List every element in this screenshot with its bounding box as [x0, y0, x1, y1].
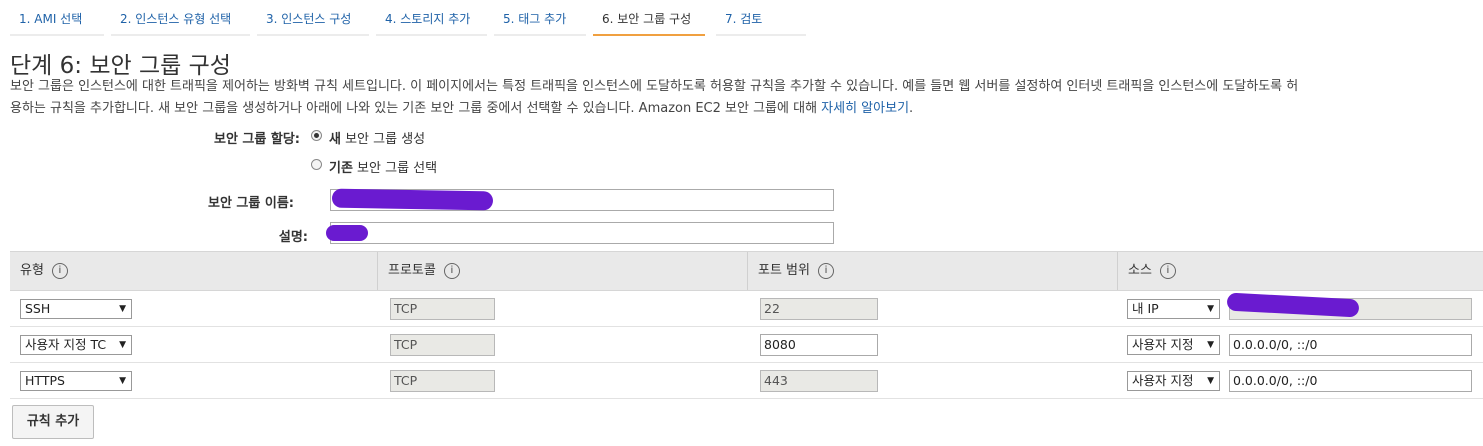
type-select-value: 사용자 지정 TC [25, 337, 107, 352]
header-protocol: 프로토콜 i [377, 252, 747, 290]
header-type-label: 유형 [20, 263, 44, 278]
new-group-option[interactable]: 새 보안 그룹 생성 [329, 128, 425, 147]
tab-review[interactable]: 7. 검토 [716, 0, 806, 36]
header-source: 소스 i [1117, 252, 1483, 290]
rules-table-header: 유형 i 프로토콜 i 포트 범위 i 소스 i [10, 251, 1483, 291]
source-select[interactable]: 사용자 지정 ▼ [1127, 335, 1220, 355]
redaction-mark [331, 188, 494, 211]
description-label: 설명: [278, 230, 308, 245]
tab-security-group[interactable]: 6. 보안 그룹 구성 [593, 0, 705, 36]
type-select-value: HTTPS [25, 373, 65, 388]
add-rule-button[interactable]: 규칙 추가 [12, 405, 94, 439]
chevron-down-icon: ▼ [119, 376, 126, 386]
header-port-range: 포트 범위 i [747, 252, 1117, 290]
protocol-field: TCP [390, 298, 495, 320]
header-port-range-label: 포트 범위 [758, 263, 810, 278]
learn-more-suffix: . [909, 101, 914, 116]
chevron-down-icon: ▼ [1207, 340, 1214, 350]
description-line-1: 보안 그룹은 인스턴스에 대한 트래픽을 제어하는 방화벽 규칙 세트입니다. … [10, 79, 1299, 94]
tab-add-storage[interactable]: 4. 스토리지 추가 [376, 0, 487, 36]
new-group-option-rest: 보안 그룹 생성 [340, 132, 426, 147]
source-select[interactable]: 내 IP ▼ [1127, 299, 1220, 319]
tab-add-tags[interactable]: 5. 태그 추가 [494, 0, 586, 36]
type-select[interactable]: SSH ▼ [20, 299, 132, 319]
page-description: 보안 그룹은 인스턴스에 대한 트래픽을 제어하는 방화벽 규칙 세트입니다. … [10, 76, 1480, 120]
source-select-value: 사용자 지정 [1132, 373, 1194, 388]
assign-label: 보안 그룹 할당: [213, 132, 300, 147]
description-line-2: 용하는 규칙을 추가합니다. 새 보안 그룹을 생성하거나 아래에 나와 있는 … [10, 98, 1480, 120]
existing-group-option[interactable]: 기존 보안 그룹 선택 [329, 157, 437, 176]
port-range-field: 22 [760, 298, 878, 320]
existing-group-radio[interactable] [311, 159, 322, 170]
existing-group-option-rest: 보안 그룹 선택 [352, 161, 438, 176]
table-row: SSH ▼ TCP 22 내 IP ▼ [10, 291, 1483, 327]
type-select-value: SSH [25, 301, 51, 316]
type-select[interactable]: HTTPS ▼ [20, 371, 132, 391]
info-icon[interactable]: i [1159, 262, 1176, 279]
source-cidr-input[interactable]: 0.0.0.0/0, ::/0 [1229, 334, 1472, 356]
port-range-input[interactable]: 8080 [760, 334, 878, 356]
protocol-field: TCP [390, 370, 495, 392]
source-select[interactable]: 사용자 지정 ▼ [1127, 371, 1220, 391]
port-range-field: 443 [760, 370, 878, 392]
learn-more-link[interactable]: 자세히 알아보기 [821, 101, 909, 116]
page-title: 단계 6: 보안 그룹 구성 [10, 53, 231, 79]
existing-group-option-bold: 기존 [329, 161, 353, 176]
chevron-down-icon: ▼ [119, 304, 126, 314]
table-row: HTTPS ▼ TCP 443 사용자 지정 ▼ 0.0.0.0/0, ::/0 [10, 363, 1483, 399]
tab-instance-type[interactable]: 2. 인스턴스 유형 선택 [111, 0, 250, 36]
info-icon[interactable]: i [817, 262, 834, 279]
wizard-tabs: 1. AMI 선택 2. 인스턴스 유형 선택 3. 인스턴스 구성 4. 스토… [0, 0, 1483, 38]
chevron-down-icon: ▼ [1207, 376, 1214, 386]
header-type: 유형 i [10, 252, 377, 290]
description-line-2-text: 용하는 규칙을 추가합니다. 새 보안 그룹을 생성하거나 아래에 나와 있는 … [10, 101, 822, 116]
table-row: 사용자 지정 TC ▼ TCP 8080 사용자 지정 ▼ 0.0.0.0/0, :… [10, 327, 1483, 363]
new-group-radio[interactable] [311, 130, 322, 141]
tab-configure-instance[interactable]: 3. 인스턴스 구성 [257, 0, 369, 36]
chevron-down-icon: ▼ [119, 340, 126, 350]
tab-ami[interactable]: 1. AMI 선택 [10, 0, 104, 36]
info-icon[interactable]: i [443, 262, 460, 279]
protocol-field: TCP [390, 334, 495, 356]
info-icon[interactable]: i [51, 262, 68, 279]
source-select-value: 내 IP [1132, 301, 1159, 316]
header-source-label: 소스 [1128, 263, 1152, 278]
source-select-value: 사용자 지정 [1132, 337, 1194, 352]
description-input[interactable] [330, 222, 834, 244]
header-protocol-label: 프로토콜 [388, 263, 436, 278]
redaction-mark [326, 225, 368, 241]
chevron-down-icon: ▼ [1207, 304, 1214, 314]
group-name-label: 보안 그룹 이름: [207, 196, 294, 211]
type-select[interactable]: 사용자 지정 TC ▼ [20, 335, 132, 355]
source-cidr-input[interactable]: 0.0.0.0/0, ::/0 [1229, 370, 1472, 392]
new-group-option-bold: 새 [329, 132, 341, 147]
